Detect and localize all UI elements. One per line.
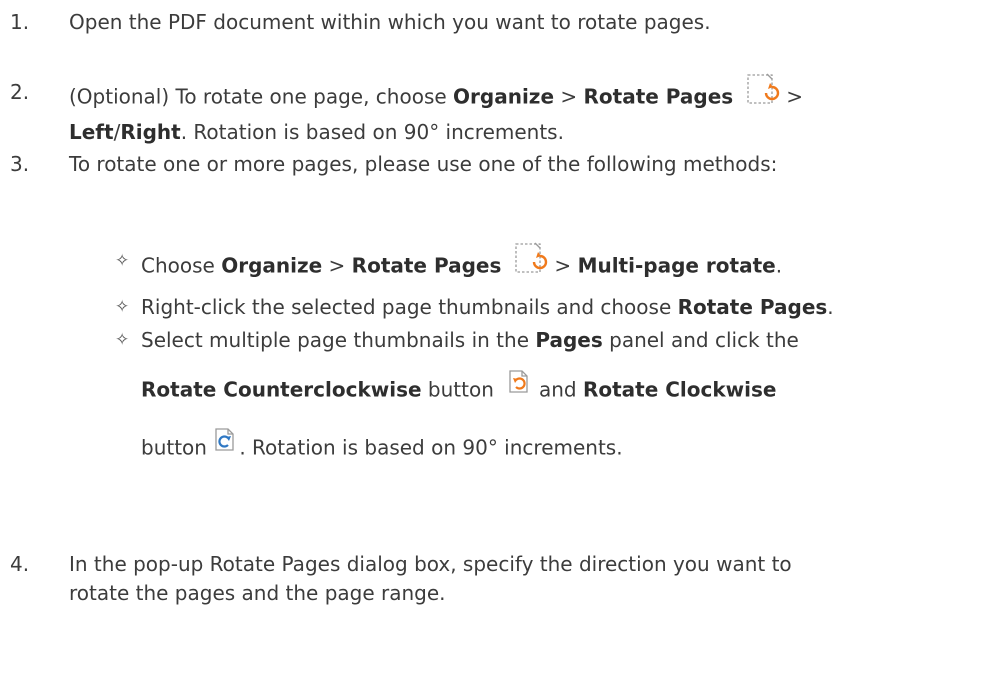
bullet-icon: ✧ <box>115 251 130 271</box>
step-text: Open the PDF document within which you w… <box>69 10 711 34</box>
step-number: 3. <box>10 152 30 176</box>
step-number: 1. <box>10 10 30 34</box>
rotate-counterclockwise-icon <box>507 369 533 401</box>
menu-organize: Organize <box>453 84 555 109</box>
panel-pages: Pages <box>535 328 603 352</box>
rotate-pages-icon <box>514 242 548 280</box>
menu-organize: Organize <box>221 253 323 278</box>
method-text: Right-click the selected page thumbnails… <box>141 295 834 319</box>
step-number: 4. <box>10 552 30 576</box>
step-text: (Optional) To rotate one page, choose Or… <box>69 73 803 117</box>
step-text: Left/Right. Rotation is based on 90° inc… <box>69 120 564 144</box>
menu-rotate-pages: Rotate Pages <box>351 253 502 278</box>
menu-rotate-pages: Rotate Pages <box>677 295 828 319</box>
direction-left: Left <box>69 120 114 144</box>
menu-rotate-pages: Rotate Pages <box>583 84 734 109</box>
step-text: In the pop-up Rotate Pages dialog box, s… <box>69 552 792 576</box>
bullet-icon: ✧ <box>115 330 130 350</box>
step-text: rotate the pages and the page range. <box>69 581 446 605</box>
method-text: Rotate Counterclockwise button and Rotat… <box>141 370 777 407</box>
bullet-icon: ✧ <box>115 297 130 317</box>
button-rotate-counterclockwise: Rotate Counterclockwise <box>141 377 422 402</box>
direction-right: Right <box>120 120 181 144</box>
method-text: button . Rotation is based on 90° increm… <box>141 428 623 465</box>
rotate-pages-icon <box>746 73 780 111</box>
method-text: Select multiple page thumbnails in the P… <box>141 328 799 352</box>
step-number: 2. <box>10 80 30 104</box>
step-text: To rotate one or more pages, please use … <box>69 152 778 176</box>
option-multi-page-rotate: Multi-page rotate <box>577 253 776 278</box>
rotate-clockwise-icon <box>213 427 239 459</box>
button-rotate-clockwise: Rotate Clockwise <box>582 377 777 402</box>
document-page: { "steps": [ { "number": "1.", "text": "… <box>0 0 995 699</box>
method-text: Choose Organize > Rotate Pages > Multi-p… <box>141 242 782 286</box>
